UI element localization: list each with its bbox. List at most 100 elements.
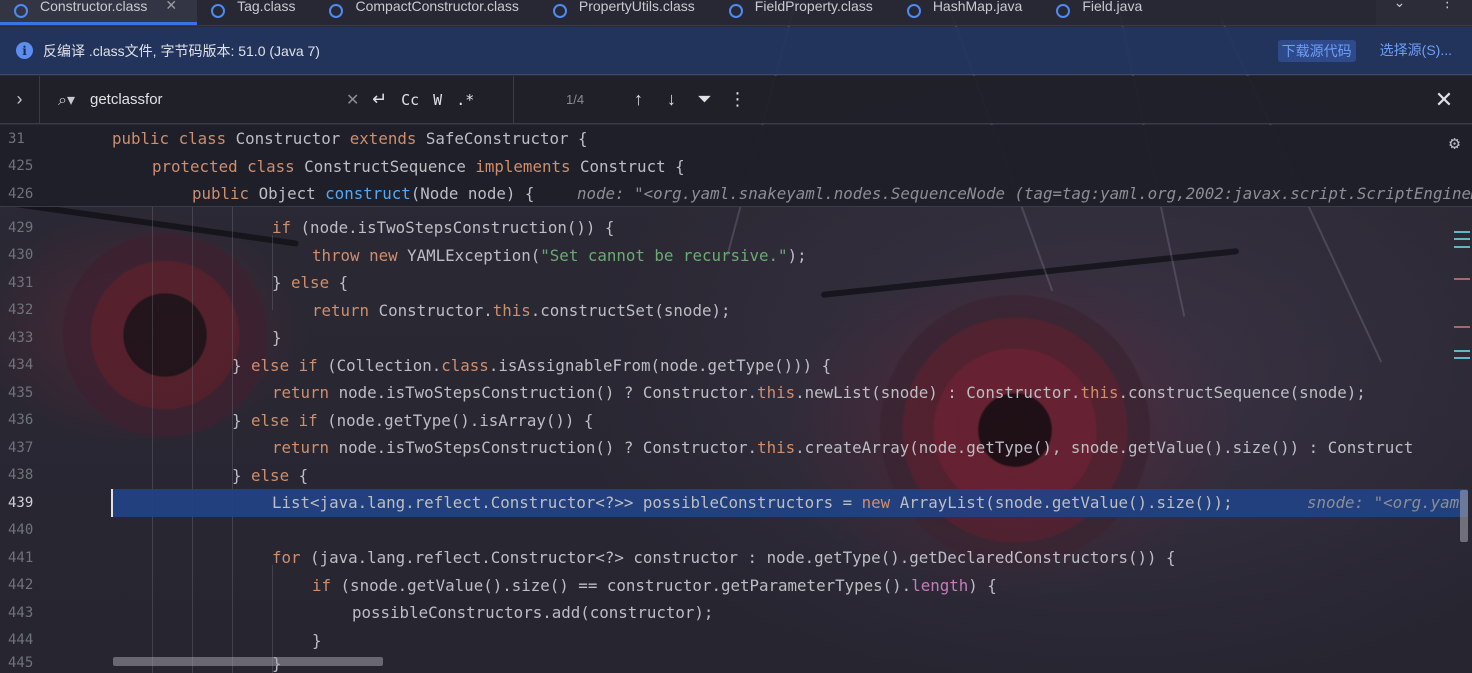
- line-number: 439: [8, 494, 34, 511]
- tab-constructor-class[interactable]: Constructor.class ✕: [0, 0, 198, 25]
- tab-fieldproperty-class[interactable]: FieldProperty.class: [715, 0, 893, 25]
- code-editor[interactable]: 31 public class Constructor extends Safe…: [0, 125, 1472, 673]
- code-text: } else if (Collection.class.isAssignable…: [232, 355, 832, 375]
- line-number: 433: [8, 329, 34, 346]
- line-number: 31: [8, 130, 25, 147]
- sticky-line[interactable]: 426 public Object construct(Node node) {…: [0, 180, 1472, 208]
- gear-icon[interactable]: ⚙: [1449, 133, 1460, 154]
- line-number: 443: [8, 604, 34, 621]
- error-stripe-marker[interactable]: [1454, 326, 1470, 328]
- line-number: 432: [8, 302, 34, 319]
- code-text: }: [272, 328, 282, 348]
- code-line[interactable]: 436 } else if (node.getType().isArray())…: [0, 407, 1472, 435]
- code-line[interactable]: 432 return Constructor.this.constructSet…: [0, 297, 1472, 325]
- error-stripe-marker[interactable]: [1454, 278, 1470, 280]
- code-text: return node.isTwoStepsConstruction() ? C…: [272, 383, 1366, 403]
- code-text: if (node.isTwoStepsConstruction()) {: [272, 218, 615, 238]
- code-text: return Constructor.this.constructSet(sno…: [312, 300, 731, 320]
- sticky-lines-panel: 31 public class Constructor extends Safe…: [0, 125, 1472, 207]
- more-icon[interactable]: ⋮: [1440, 0, 1454, 9]
- find-bar: › ⌕▾ getclassfor ✕ ↵ Cc W .* 1/4 ↑ ↓ ⏷ ⋮…: [0, 75, 1472, 124]
- code-text: for (java.lang.reflect.Constructor<?> co…: [272, 548, 1176, 568]
- code-text: } else if (node.getType().isArray()) {: [232, 410, 594, 430]
- horizontal-scrollbar[interactable]: [113, 657, 383, 666]
- filter-icon[interactable]: ⏷: [688, 89, 721, 110]
- class-file-icon: [329, 4, 344, 18]
- code-text: if (snode.getValue().size() == construct…: [312, 575, 997, 595]
- code-line[interactable]: 443 possibleConstructors.add(constructor…: [0, 599, 1472, 627]
- clear-search-icon[interactable]: ✕: [346, 90, 372, 110]
- search-icon[interactable]: ⌕▾: [58, 90, 90, 110]
- class-file-icon: [1056, 4, 1071, 18]
- tab-label: HashMap.java: [932, 0, 1023, 14]
- code-line[interactable]: 434 } else if (Collection.class.isAssign…: [0, 352, 1472, 380]
- tab-propertyutils-class[interactable]: PropertyUtils.class: [539, 0, 715, 25]
- code-text: public Object construct(Node node) {: [192, 184, 535, 204]
- match-count: 1/4: [566, 92, 585, 107]
- code-text: throw new YAMLException("Set cannot be r…: [312, 245, 807, 265]
- tab-compactconstructor-class[interactable]: CompactConstructor.class: [315, 0, 538, 25]
- sticky-line[interactable]: 31 public class Constructor extends Safe…: [0, 125, 1472, 153]
- code-text: List<java.lang.reflect.Constructor<?>> p…: [272, 493, 1233, 513]
- line-number: 438: [8, 467, 34, 484]
- class-file-icon: [906, 4, 921, 18]
- tab-tag-class[interactable]: Tag.class: [197, 0, 315, 25]
- line-number: 440: [8, 522, 34, 539]
- code-line[interactable]: 442 if (snode.getValue().size() == const…: [0, 572, 1472, 600]
- search-input[interactable]: getclassfor: [90, 91, 340, 108]
- editor-tab-bar: Constructor.class ✕ Tag.class CompactCon…: [0, 0, 1472, 26]
- choose-sources-link[interactable]: 选择源(S)...: [1380, 40, 1452, 62]
- prev-match-icon[interactable]: ↑: [622, 89, 655, 110]
- code-text: possibleConstructors.add(constructor);: [352, 603, 714, 623]
- class-file-icon: [14, 4, 28, 18]
- code-line[interactable]: 431 } else {: [0, 269, 1472, 297]
- code-line[interactable]: 441 for (java.lang.reflect.Constructor<?…: [0, 544, 1472, 572]
- tab-overflow-area: ⌄ ⋮: [1376, 0, 1472, 25]
- code-text: protected class ConstructSequence implem…: [152, 156, 685, 176]
- line-number: 436: [8, 412, 34, 429]
- tab-label: PropertyUtils.class: [578, 0, 695, 14]
- next-match-icon[interactable]: ↓: [655, 89, 688, 110]
- code-line[interactable]: 440: [0, 517, 1472, 545]
- search-match-marker[interactable]: [1454, 246, 1470, 248]
- download-sources-link[interactable]: 下载源代码: [1277, 39, 1356, 62]
- tab-hashmap-java[interactable]: HashMap.java: [893, 0, 1043, 25]
- code-line[interactable]: 429 if (node.isTwoStepsConstruction()) {: [0, 214, 1472, 242]
- regex-toggle[interactable]: .*: [456, 91, 474, 109]
- code-text: return node.isTwoStepsConstruction() ? C…: [272, 438, 1414, 458]
- whole-words-toggle[interactable]: W: [433, 91, 442, 109]
- code-line[interactable]: 433 }: [0, 324, 1472, 352]
- tab-overflow-chevron-icon[interactable]: ⌄: [1394, 0, 1406, 9]
- tab-label: Constructor.class: [40, 0, 148, 14]
- code-line[interactable]: 430 throw new YAMLException("Set cannot …: [0, 242, 1472, 270]
- code-line[interactable]: 435 return node.isTwoStepsConstruction()…: [0, 379, 1472, 407]
- vertical-scrollbar[interactable]: [1460, 490, 1468, 542]
- code-text: } else {: [232, 465, 309, 485]
- class-file-icon: [552, 4, 567, 18]
- line-number: 425: [8, 158, 34, 175]
- banner-message: 反编译 .class文件, 字节码版本: 51.0 (Java 7): [43, 42, 320, 59]
- code-line[interactable]: 444 }: [0, 627, 1472, 655]
- code-line-current[interactable]: 439 List<java.lang.reflect.Constructor<?…: [0, 489, 1472, 517]
- expand-icon[interactable]: ›: [0, 75, 40, 124]
- newline-icon[interactable]: ↵: [372, 89, 387, 110]
- search-field: ⌕▾ getclassfor ✕ ↵ Cc W .*: [40, 75, 514, 124]
- search-match-marker[interactable]: [1454, 231, 1470, 233]
- tab-label: Field.java: [1082, 0, 1143, 14]
- code-text: public class Constructor extends SafeCon…: [112, 129, 588, 149]
- search-match-marker[interactable]: [1454, 357, 1470, 359]
- search-match-marker[interactable]: [1454, 350, 1470, 352]
- search-match-marker[interactable]: [1454, 238, 1470, 240]
- tab-label: Tag.class: [237, 0, 296, 14]
- sticky-line[interactable]: 425 protected class ConstructSequence im…: [0, 153, 1472, 181]
- code-text: } else {: [272, 273, 349, 293]
- code-line[interactable]: 438 } else {: [0, 462, 1472, 490]
- tab-field-java[interactable]: Field.java: [1042, 0, 1162, 25]
- code-line[interactable]: 437 return node.isTwoStepsConstruction()…: [0, 434, 1472, 462]
- line-number: 441: [8, 549, 34, 566]
- line-number: 434: [8, 357, 34, 374]
- match-case-toggle[interactable]: Cc: [401, 91, 419, 109]
- close-icon[interactable]: ✕: [165, 0, 177, 14]
- close-icon[interactable]: ✕: [1416, 87, 1472, 113]
- more-icon[interactable]: ⋮: [721, 89, 754, 110]
